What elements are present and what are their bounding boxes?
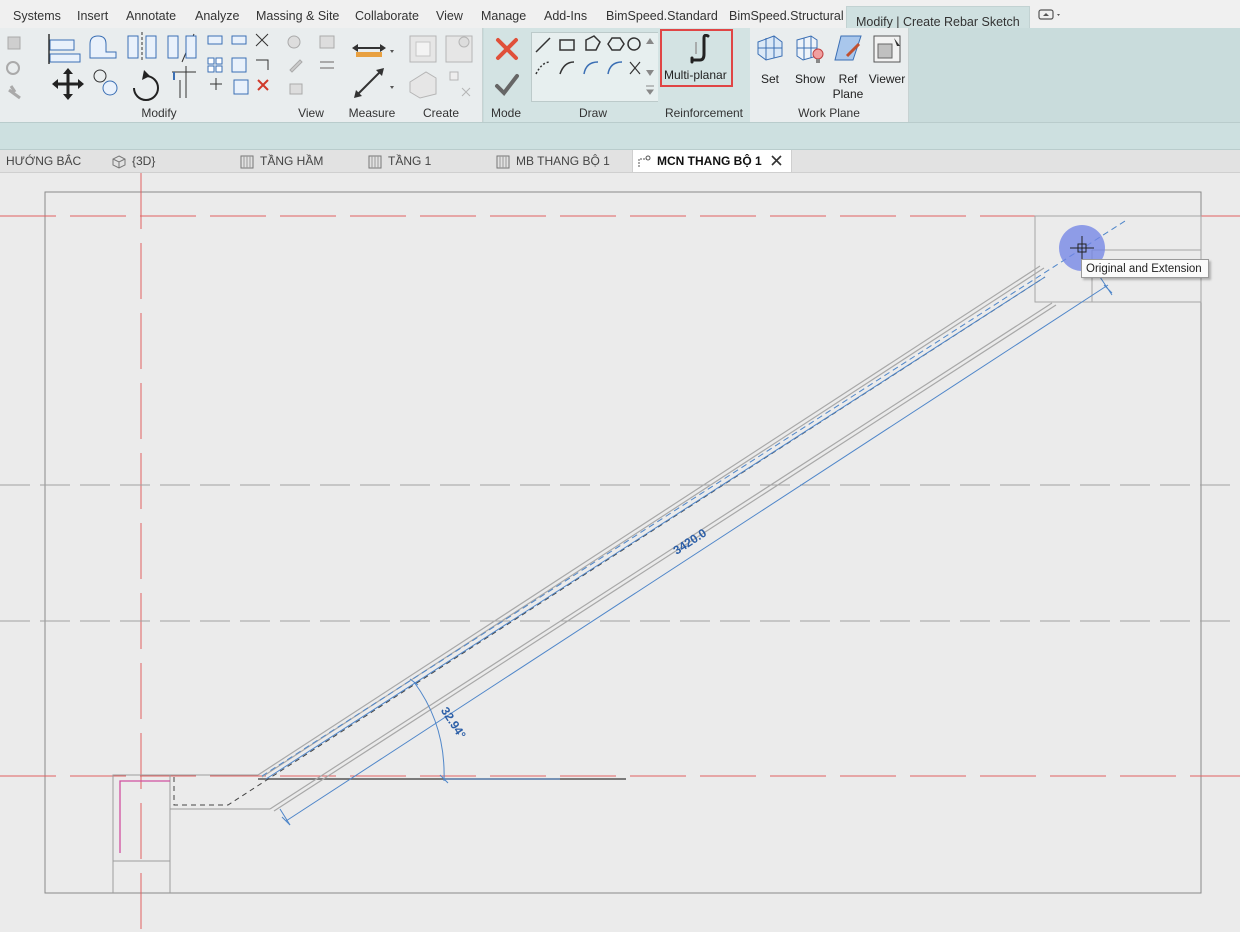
panel-reinforcement: Multi-planar Reinforcement [658, 28, 751, 122]
view-tab-label: {3D} [132, 154, 156, 168]
show-label: Show [794, 72, 826, 86]
snap-tooltip: Original and Extension [1081, 259, 1209, 278]
options-bar [0, 122, 1240, 150]
panel-label-view: View [298, 106, 324, 120]
3d-view-icon [112, 155, 126, 169]
measure-icon[interactable] [350, 32, 396, 102]
tab-collaborate[interactable]: Collaborate [355, 0, 419, 28]
draw-gallery-scroll-icon[interactable] [644, 34, 656, 96]
tab-bimspeed-structural[interactable]: BimSpeed.Structural [729, 0, 844, 28]
show-button[interactable]: Show [792, 32, 828, 88]
floor-plan-icon [368, 155, 382, 169]
set-work-plane-icon [757, 35, 783, 61]
grid-lines [0, 484, 1240, 622]
ribbon: Modify View Measure Create Mode Draw Mul… [0, 28, 1240, 122]
tab-add-ins[interactable]: Add-Ins [544, 0, 587, 28]
tab-bimspeed-standard[interactable]: BimSpeed.Standard [606, 0, 718, 28]
tab-manage[interactable]: Manage [481, 0, 526, 28]
view-tab-mb-thang-bo-1[interactable]: MB THANG BỘ 1 [496, 150, 610, 172]
wall-rebar-line [119, 780, 170, 853]
panel-label-modify: Modify [141, 106, 177, 120]
angle-dimension-text[interactable]: 32.94° [438, 704, 469, 741]
tab-massing-site[interactable]: Massing & Site [256, 0, 339, 28]
multi-planar-label: Multi-planar [664, 68, 727, 82]
view-tab-label: TẦNG HẦM [260, 154, 324, 168]
set-button[interactable]: Set [754, 32, 786, 88]
section-view-icon [638, 155, 651, 167]
section-view-drawing[interactable]: 3420.0 32.94° [0, 173, 1240, 932]
panel-select [0, 28, 41, 122]
view-tab-3d[interactable]: {3D} [112, 150, 155, 172]
dimension-ticks [281, 284, 1113, 826]
panel-create: Create [400, 28, 483, 122]
panel-label-create: Create [422, 106, 460, 120]
tab-view[interactable]: View [436, 0, 463, 28]
panel-view: View [278, 28, 345, 122]
set-label: Set [760, 72, 779, 86]
view-tabs: HƯỚNG BẮC {3D} TẦNG HẦM TẦNG 1 MB THANG … [0, 150, 1240, 173]
multi-planar-rebar-icon [690, 34, 710, 64]
panel-label-draw: Draw [578, 106, 607, 120]
panel-modify: Modify [40, 28, 279, 122]
select-tools-icon[interactable] [6, 34, 26, 102]
panel-mode: Mode [484, 28, 529, 122]
viewer-icon [873, 35, 901, 63]
bottom-landing [112, 774, 626, 893]
floor-plan-icon [496, 155, 510, 169]
draw-tools-icon[interactable] [534, 34, 644, 94]
tab-insert[interactable]: Insert [77, 0, 108, 28]
ribbon-tab-bar: Systems Insert Annotate Analyze Massing … [0, 0, 1240, 29]
panel-label-measure: Measure [348, 106, 396, 120]
view-tab-tang-1[interactable]: TẦNG 1 [368, 150, 431, 172]
show-work-plane-icon [796, 35, 824, 63]
viewer-label: Viewer [868, 72, 906, 86]
view-tab-huong-bac[interactable]: HƯỚNG BẮC [6, 150, 81, 172]
floor-plan-icon [240, 155, 254, 169]
level-lines [0, 173, 1240, 932]
ref-plane-label: Ref Plane [832, 72, 864, 101]
panel-label-work-plane: Work Plane [798, 106, 860, 120]
drawing-canvas[interactable]: 3420.0 32.94° Original and Extension [0, 173, 1240, 932]
cancel-edit-mode-icon[interactable] [494, 36, 520, 62]
view-tab-label: MB THANG BỘ 1 [516, 154, 610, 168]
tab-annotate[interactable]: Annotate [126, 0, 176, 28]
create-tools-icon[interactable] [406, 32, 478, 102]
modify-tools-icon[interactable] [46, 32, 274, 104]
finish-edit-mode-icon[interactable] [494, 72, 520, 98]
panel-work-plane: Set Show Ref Plane Viewer Work Plane [750, 28, 909, 122]
view-tab-tang-ham[interactable]: TẦNG HẦM [240, 150, 323, 172]
close-tab-icon[interactable] [771, 155, 782, 166]
panel-measure: Measure [344, 28, 401, 122]
ribbon-display-toggle-icon[interactable] [1038, 8, 1064, 22]
panel-label-reinforcement: Reinforcement [664, 106, 744, 120]
tab-analyze[interactable]: Analyze [195, 0, 239, 28]
ref-plane-button[interactable]: Ref Plane [830, 32, 866, 102]
ref-plane-icon [834, 35, 862, 61]
length-dimension-text[interactable]: 3420.0 [671, 526, 710, 558]
panel-label-mode: Mode [490, 106, 522, 120]
view-tab-mcn-thang-bo-1[interactable]: MCN THANG BỘ 1 [632, 150, 792, 172]
view-tools-icon[interactable] [284, 32, 340, 102]
view-tab-label: MCN THANG BỘ 1 [657, 154, 762, 168]
panel-draw: Draw [528, 28, 659, 122]
stair-slab [257, 265, 1057, 812]
view-tab-label: HƯỚNG BẮC [6, 154, 82, 168]
view-tab-label: TẦNG 1 [388, 154, 432, 168]
tab-systems[interactable]: Systems [13, 0, 61, 28]
viewer-button[interactable]: Viewer [868, 32, 906, 88]
tab-modify-create-rebar-sketch[interactable]: Modify | Create Rebar Sketch [846, 6, 1030, 29]
multi-planar-button[interactable]: Multi-planar [664, 32, 730, 84]
